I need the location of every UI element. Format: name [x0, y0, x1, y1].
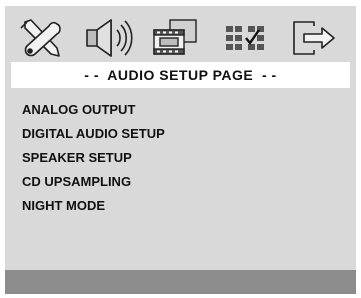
menu-item-cd-upsampling[interactable]: CD UPSAMPLING	[22, 170, 165, 194]
preferences-grid-icon[interactable]	[216, 16, 272, 60]
tools-icon[interactable]	[13, 16, 69, 60]
icon-bar	[5, 6, 356, 62]
menu-item-night-mode[interactable]: NIGHT MODE	[22, 194, 165, 218]
menu-item-digital-audio-setup[interactable]: DIGITAL AUDIO SETUP	[22, 122, 165, 146]
speaker-icon[interactable]	[79, 16, 135, 60]
video-film-icon[interactable]	[148, 16, 204, 60]
menu-item-speaker-setup[interactable]: SPEAKER SETUP	[22, 146, 165, 170]
exit-icon[interactable]	[284, 16, 340, 60]
setup-menu-panel: - - AUDIO SETUP PAGE - - ANALOG OUTPUT D…	[5, 6, 356, 294]
page-title: - - AUDIO SETUP PAGE - -	[11, 62, 350, 88]
setup-menu: ANALOG OUTPUT DIGITAL AUDIO SETUP SPEAKE…	[22, 98, 165, 218]
menu-item-analog-output[interactable]: ANALOG OUTPUT	[22, 98, 165, 122]
status-bar	[5, 270, 356, 294]
